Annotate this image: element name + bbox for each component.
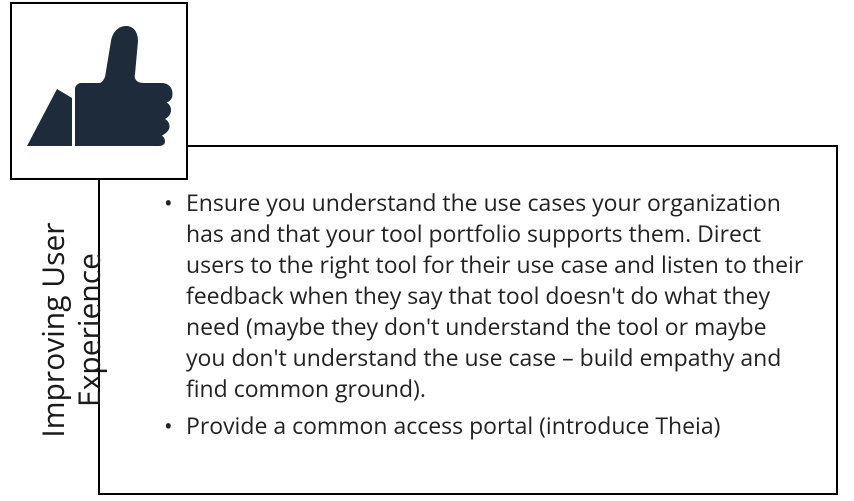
section-title: Improving User Experience (35, 185, 107, 475)
bullet-list: Ensure you understand the use cases your… (164, 187, 812, 441)
icon-box (10, 2, 188, 180)
list-item: Provide a common access portal (introduc… (164, 410, 812, 441)
bullet-text: Provide a common access portal (introduc… (186, 409, 720, 441)
list-item: Ensure you understand the use cases your… (164, 187, 812, 404)
thumbs-up-icon (24, 14, 174, 169)
bullet-text: Ensure you understand the use cases your… (186, 186, 803, 404)
content-box: Ensure you understand the use cases your… (98, 145, 838, 495)
